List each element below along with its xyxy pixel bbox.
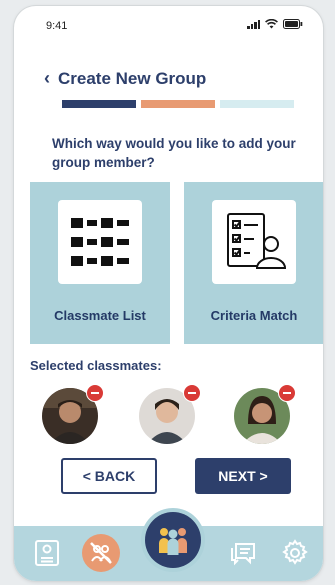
back-button[interactable]: < BACK — [61, 458, 157, 494]
classmate-list-option[interactable]: Classmate List — [30, 182, 170, 344]
chevron-left-icon[interactable]: ‹ — [44, 68, 50, 89]
status-time: 9:41 — [46, 20, 68, 32]
next-button[interactable]: NEXT > — [195, 458, 291, 494]
phone-frame: 9:41 ‹ Create New Group Which way would … — [14, 6, 323, 581]
battery-icon — [283, 19, 303, 29]
wifi-icon — [265, 19, 278, 29]
remove-classmate-2-button[interactable] — [183, 384, 201, 402]
avatar-classmate-1 — [42, 384, 104, 444]
page-header: ‹ Create New Group — [44, 68, 206, 89]
criteria-match-label: Criteria Match — [210, 308, 298, 323]
chat-icon[interactable] — [226, 536, 260, 570]
progress-step-2 — [141, 100, 215, 108]
progress-step-1 — [62, 100, 136, 108]
signal-icon — [247, 19, 260, 29]
checklist-person-icon — [212, 200, 296, 284]
profile-icon[interactable] — [30, 536, 64, 570]
avatar-classmate-2 — [139, 384, 201, 444]
remove-classmate-3-button[interactable] — [278, 384, 296, 402]
settings-icon[interactable] — [278, 536, 312, 570]
classmate-list-label: Classmate List — [54, 308, 146, 323]
progress-step-3 — [220, 100, 294, 108]
selected-heading: Selected classmates: — [30, 358, 162, 373]
group-icon — [145, 512, 201, 568]
remove-classmate-1-button[interactable] — [86, 384, 104, 402]
page-title: Create New Group — [58, 68, 207, 88]
question-text: Which way would you like to add your gro… — [52, 136, 296, 170]
bottom-nav — [14, 508, 323, 581]
status-icons — [247, 19, 303, 29]
criteria-match-option[interactable]: Criteria Match — [184, 182, 323, 344]
grid-list-icon — [58, 200, 142, 284]
status-bar: 9:41 — [14, 6, 323, 36]
avatar-classmate-3 — [234, 384, 296, 444]
group-tab[interactable] — [141, 508, 205, 572]
no-people-icon[interactable] — [82, 534, 120, 572]
step-progress — [62, 100, 294, 108]
